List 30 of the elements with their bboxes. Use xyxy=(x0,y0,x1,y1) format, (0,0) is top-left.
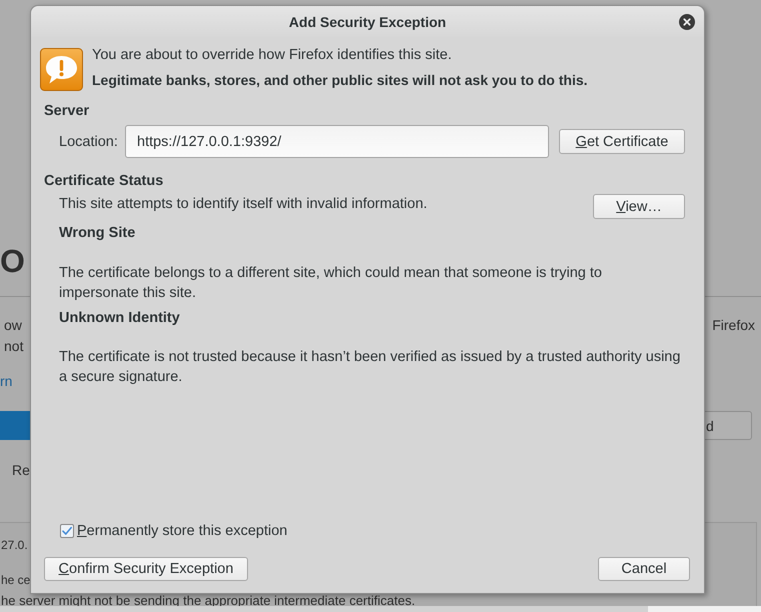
warning-text: Legitimate banks, stores, and other public sites will not ask you to do this. xyxy=(92,71,588,90)
intro-text: You are about to override how Firefox identifies this site. xyxy=(92,46,453,65)
location-field[interactable]: https://127.0.0.1:9392/ xyxy=(125,125,549,158)
problem-title: Unknown Identity xyxy=(59,309,180,328)
description-text: ow xyxy=(3,316,22,335)
problem-title: Wrong Site xyxy=(59,224,136,243)
confirm-button[interactable]: Confirm Security Exception xyxy=(44,557,248,581)
cancel-button[interactable]: Cancel xyxy=(598,557,690,581)
section-heading: Certificate Status xyxy=(44,172,164,191)
primary-button[interactable] xyxy=(0,411,30,440)
view-button[interactable]: View… xyxy=(593,194,685,219)
checkbox-label[interactable]: Re xyxy=(12,458,30,482)
get-certificate-button[interactable]: Get Certificate xyxy=(559,129,685,154)
panel-text: 27.0. xyxy=(0,537,28,554)
description-text: Firefox xyxy=(712,316,755,335)
status-summary: This site attempts to identify itself with invalid information. xyxy=(59,195,428,214)
section-heading: Server xyxy=(44,102,90,121)
description-text: not xyxy=(3,337,24,356)
exclamation-bubble-icon xyxy=(40,48,83,91)
checkbox-label[interactable]: Permanently store this exception xyxy=(77,521,288,541)
location-label: Location: xyxy=(59,132,119,152)
checkbox[interactable] xyxy=(60,524,74,538)
page-heading: O xyxy=(0,242,25,281)
panel-text: he ce xyxy=(0,572,30,589)
window-title: Add Security Exception xyxy=(288,14,446,30)
problem-description: The certificate belongs to a different site, which could mean that someone is trying to impersonate this site. xyxy=(59,264,603,303)
close-icon[interactable] xyxy=(679,14,695,30)
problem-description: The certificate is not trusted because it hasn’t been verified as issued by a trusted authority using a secure signature. xyxy=(59,348,682,387)
panel-text: he server might not be sending the appropriate intermediate certificates. xyxy=(0,595,416,606)
page-button[interactable]: d xyxy=(705,411,752,440)
